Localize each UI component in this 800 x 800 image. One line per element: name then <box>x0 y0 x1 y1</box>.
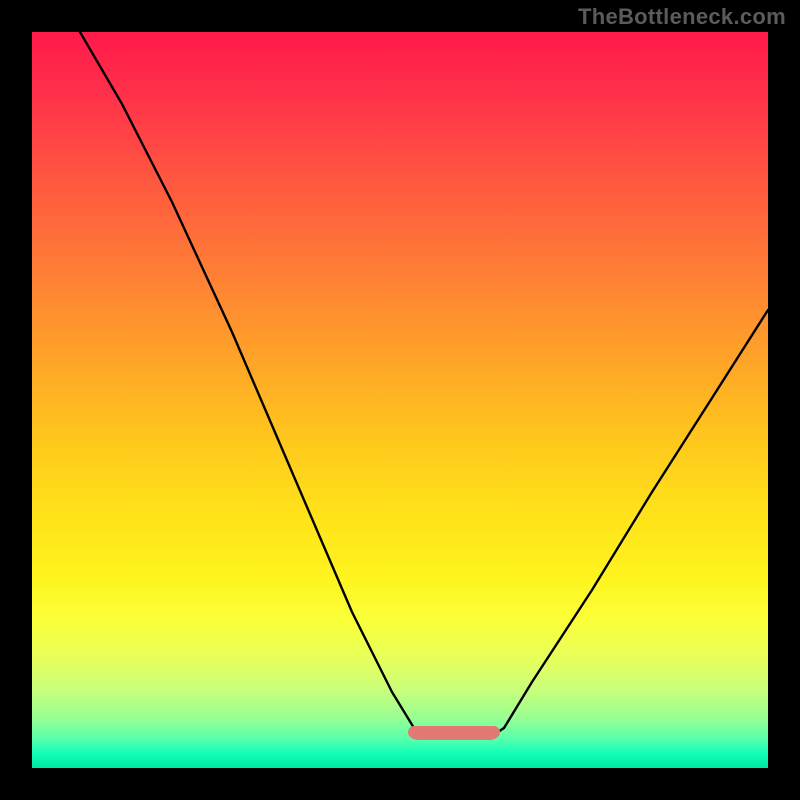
watermark: TheBottleneck.com <box>578 4 786 30</box>
plot-area <box>32 32 768 768</box>
bottleneck-curve <box>32 32 768 768</box>
valley-ridge <box>408 726 500 740</box>
chart-frame: TheBottleneck.com <box>0 0 800 800</box>
